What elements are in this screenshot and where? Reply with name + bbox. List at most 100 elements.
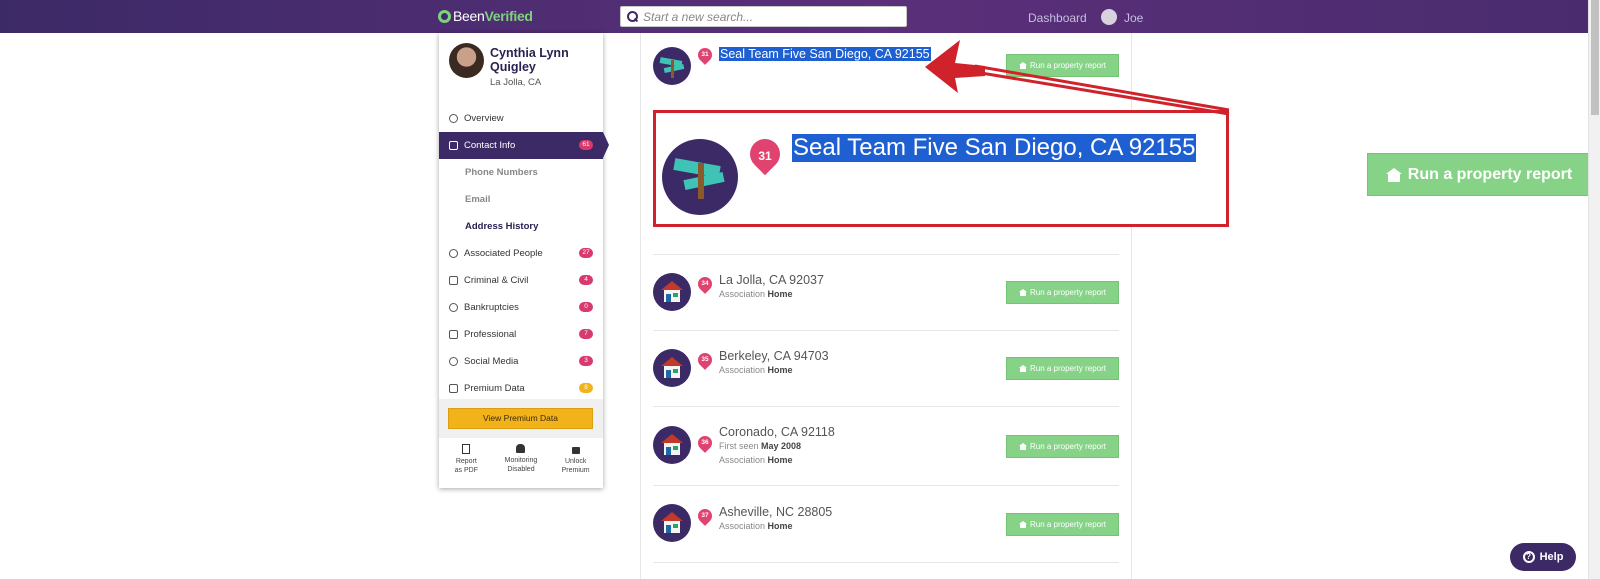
premium-area: View Premium Data (439, 399, 603, 438)
tool-label: as PDF (454, 467, 478, 474)
monitoring-button[interactable]: Monitoring Disabled (497, 442, 545, 484)
sidebar-item-associated-people[interactable]: Associated People 27 (439, 240, 603, 267)
page: BeenVerified Dashboard Joe Cynthia Lynn … (0, 0, 1600, 579)
address-association: Association Home (719, 521, 793, 531)
pin-number: 31 (701, 51, 709, 58)
tool-label: Report (455, 458, 477, 465)
person-icon (449, 114, 458, 123)
profile-avatar (449, 43, 484, 78)
run-property-report-button[interactable]: Run a property report (1006, 54, 1119, 77)
count-badge: 4 (579, 275, 593, 285)
tool-label: Unlock (564, 458, 587, 465)
count-badge: 0 (579, 302, 593, 312)
sidebar-item-label: Contact Info (464, 140, 516, 151)
row-divider (653, 485, 1119, 486)
sidebar-item-contact-info[interactable]: Contact Info 61 (439, 132, 609, 159)
run-property-report-button[interactable]: Run a property report (1006, 435, 1119, 458)
pin-number: 35 (701, 356, 709, 363)
briefcase-icon (449, 330, 458, 339)
map-pin-icon: 31 (695, 45, 715, 66)
beenverified-logo[interactable]: BeenVerified (438, 8, 533, 24)
run-property-report-button[interactable]: Run a property report (1006, 281, 1119, 304)
street-sign-icon (653, 47, 691, 85)
home-icon (1018, 365, 1027, 372)
map-pin-icon: 34 (695, 274, 715, 295)
house-icon (653, 349, 691, 387)
scrollbar-thumb[interactable] (1591, 0, 1599, 115)
report-pdf-button[interactable]: Report as PDF (442, 442, 490, 484)
sidebar-item-label: Email (465, 194, 491, 205)
address-first-seen: First seen May 2008 (719, 441, 802, 451)
button-label: Run a property report (1029, 442, 1107, 451)
sidebar-item-label: Premium Data (464, 383, 525, 394)
search-box[interactable] (620, 6, 907, 27)
address-association: Association Home (719, 365, 793, 375)
home-icon (1018, 443, 1027, 450)
sidebar-item-overview[interactable]: Overview (439, 105, 603, 132)
address-title[interactable]: Seal Team Five San Diego, CA 92155 (719, 47, 931, 61)
view-premium-data-button[interactable]: View Premium Data (448, 408, 593, 429)
address-title[interactable]: La Jolla, CA 92037 (719, 273, 824, 287)
sidebar-item-premium-data[interactable]: Premium Data 8 (439, 375, 603, 402)
sidebar-item-label: Address History (465, 221, 539, 232)
count-badge: 27 (579, 248, 593, 258)
help-button[interactable]: ? Help (1510, 543, 1576, 571)
run-property-report-button[interactable]: Run a property report (1006, 357, 1119, 380)
address-association: Association Home (719, 455, 793, 465)
sidebar-item-professional[interactable]: Professional 7 (439, 321, 603, 348)
dashboard-link[interactable]: Dashboard (1028, 11, 1087, 25)
map-pin-icon: 35 (695, 350, 715, 371)
premium-lock-icon (449, 384, 458, 393)
zoom-callout-box: 31 Seal Team Five San Diego, CA 92155 (653, 110, 1229, 227)
street-sign-icon (662, 139, 738, 215)
user-avatar-icon[interactable] (1101, 9, 1117, 25)
address-title[interactable]: Coronado, CA 92118 (719, 425, 835, 439)
pin-number: 34 (701, 280, 709, 287)
home-icon (1018, 521, 1027, 528)
search-icon (627, 11, 638, 22)
count-badge: 61 (579, 140, 593, 150)
page-scrollbar[interactable] (1588, 0, 1600, 579)
sidebar-subitem-phone-numbers[interactable]: Phone Numbers (439, 159, 603, 186)
row-divider (653, 330, 1119, 331)
people-icon (449, 249, 458, 258)
sidebar-item-social-media[interactable]: Social Media 3 (439, 348, 603, 375)
address-title[interactable]: Berkeley, CA 94703 (719, 349, 829, 363)
top-nav-bar: BeenVerified Dashboard Joe (0, 0, 1588, 33)
search-input[interactable] (643, 9, 893, 24)
question-icon: ? (1522, 551, 1535, 563)
user-menu-name[interactable]: Joe (1124, 11, 1143, 25)
row-divider (653, 562, 1119, 563)
sidebar-item-label: Phone Numbers (465, 167, 538, 178)
home-icon (1018, 62, 1027, 69)
button-label: Run a property report (1029, 288, 1107, 297)
report-tools: Report as PDF Monitoring Disabled Unlock… (439, 442, 603, 484)
sidebar-item-label: Overview (464, 113, 504, 124)
sidebar-item-label: Social Media (464, 356, 519, 367)
button-label: Run a property report (1029, 61, 1107, 70)
sidebar-item-criminal-civil[interactable]: Criminal & Civil 4 (439, 267, 603, 294)
sidebar-item-bankruptcies[interactable]: Bankruptcies 0 (439, 294, 603, 321)
map-pin-icon: 36 (695, 433, 715, 454)
tool-label: Monitoring (504, 457, 538, 464)
pdf-file-icon (462, 444, 471, 454)
unlock-premium-button[interactable]: Unlock Premium (552, 442, 600, 484)
pin-number: 36 (701, 439, 709, 446)
logo-text: BeenVerified (453, 8, 533, 24)
scales-icon (449, 276, 458, 285)
profile-name: Cynthia Lynn Quigley (490, 46, 569, 74)
button-label: Run a property report (1029, 520, 1107, 529)
home-icon (1385, 167, 1402, 182)
address-title[interactable]: Asheville, NC 28805 (719, 505, 832, 519)
sidebar-subitem-email[interactable]: Email (439, 186, 603, 213)
sidebar-item-label: Professional (464, 329, 517, 340)
house-icon (653, 273, 691, 311)
count-badge: 8 (579, 383, 593, 393)
home-icon (1018, 289, 1027, 296)
button-label: Run a property report (1407, 165, 1573, 183)
tool-label: Disabled (507, 466, 535, 473)
run-property-report-button[interactable]: Run a property report (1006, 513, 1119, 536)
count-badge: 3 (579, 356, 593, 366)
lock-icon (571, 447, 580, 454)
sidebar-subitem-address-history[interactable]: Address History (439, 213, 603, 240)
